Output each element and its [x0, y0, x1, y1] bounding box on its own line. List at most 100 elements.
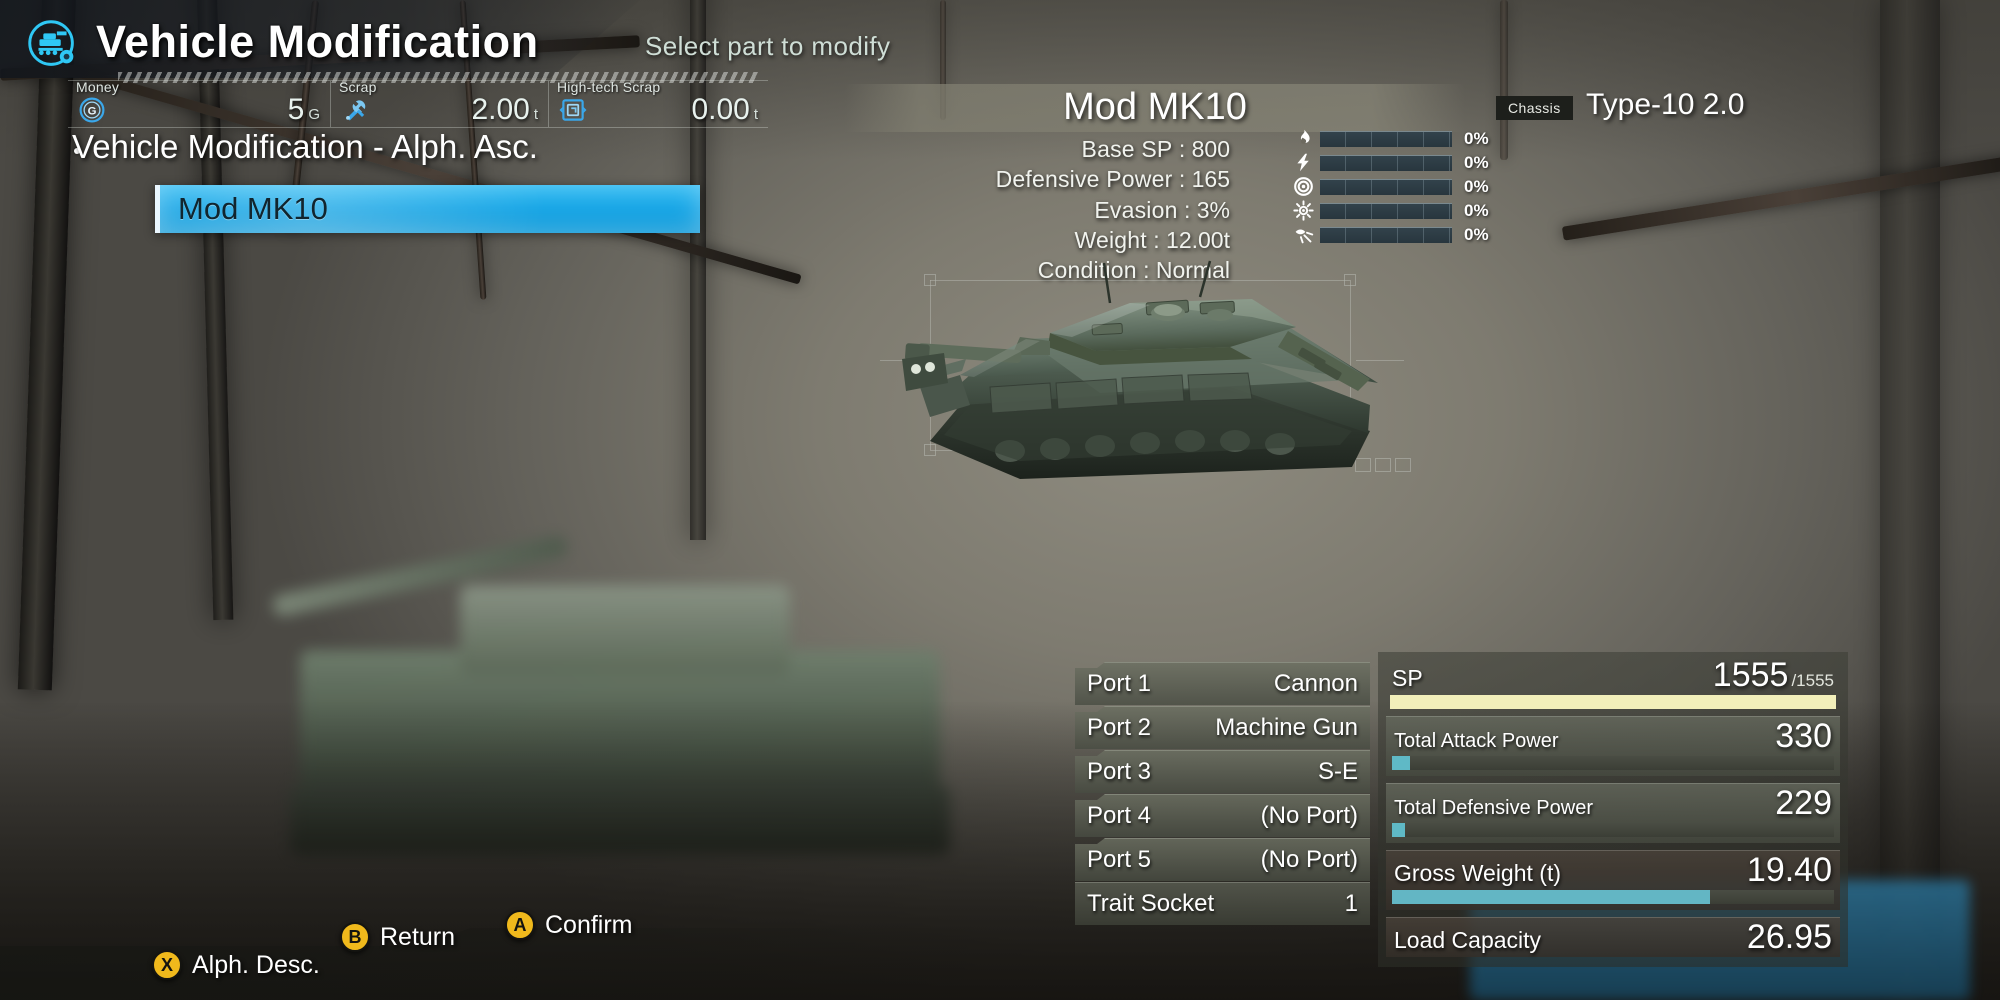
- resource-bar: Money G 5 G Scrap 2.00 t High-tech Scrap: [68, 79, 768, 128]
- port-row-2-key: Port 2: [1087, 713, 1152, 741]
- resource-money-value: 5: [287, 93, 305, 126]
- chassis-badge: Chassis: [1496, 96, 1573, 120]
- summary-sp: SP 1555 /1555: [1386, 658, 1840, 709]
- port-row-1-value: Cannon: [1273, 669, 1358, 697]
- prompt-alph-desc[interactable]: X Alph. Desc.: [152, 950, 320, 980]
- resource-high-tech-scrap-value-group: 0.00 t: [691, 93, 758, 127]
- summary-attack-value: 330: [1775, 717, 1832, 755]
- resistance-list: 0% 0% 0% 0% 0%: [1290, 128, 1990, 248]
- wrench-scrap-icon: [346, 100, 366, 121]
- port-row-4-value: (No Port): [1260, 801, 1358, 829]
- port-row-1-key: Port 1: [1087, 669, 1152, 697]
- summary-attack-label: Total Attack Power: [1394, 730, 1559, 752]
- summary-attack-fill: [1392, 756, 1410, 770]
- summary-attack-head: Total Attack Power 330: [1388, 719, 1838, 753]
- tank-gear-hex-icon: [28, 20, 74, 66]
- lightning-icon: [1290, 152, 1316, 174]
- high-tech-scrap-icon: [559, 99, 587, 121]
- page-subtitle: Select part to modify: [645, 31, 891, 61]
- summary-attack: Total Attack Power 330: [1386, 716, 1840, 776]
- summary-sp-label: SP: [1392, 665, 1423, 691]
- resource-high-tech-scrap-label: High-tech Scrap: [557, 79, 661, 95]
- prompt-return[interactable]: B Return: [340, 922, 455, 952]
- port-row-5-value: (No Port): [1260, 845, 1358, 873]
- part-stat-base-sp-value: 800: [1191, 136, 1230, 162]
- svg-text:G: G: [88, 105, 97, 117]
- resistance-row-fire: 0%: [1290, 128, 1990, 149]
- prompt-confirm[interactable]: A Confirm: [505, 910, 633, 940]
- port-row-3-key: Port 3: [1087, 757, 1152, 785]
- summary-sp-head: SP 1555 /1555: [1386, 658, 1840, 692]
- ports-panel: Port 1 Cannon Port 2 Machine Gun Port 3 …: [1075, 662, 1370, 926]
- footer-prompts: X Alph. Desc. B Return A Confirm: [0, 900, 2000, 1000]
- summary-defense-label: Total Defensive Power: [1394, 797, 1593, 819]
- port-row-2[interactable]: Port 2 Machine Gun: [1075, 706, 1370, 749]
- mod-list: Mod MK10: [155, 185, 700, 233]
- target-icon: [1290, 176, 1316, 198]
- summary-weight-value: 19.40: [1746, 851, 1832, 889]
- port-row-3-value: S-E: [1317, 757, 1358, 785]
- port-row-5[interactable]: Port 5 (No Port): [1075, 838, 1370, 881]
- part-name: Mod MK10: [1063, 86, 1247, 128]
- category-title: Vehicle Modification - Alph. Asc.: [72, 128, 538, 165]
- summary-sp-max-group: /1555: [1791, 671, 1834, 690]
- port-row-5-key: Port 5: [1087, 845, 1152, 873]
- resource-money-unit: G: [308, 106, 320, 123]
- port-row-4[interactable]: Port 4 (No Port): [1075, 794, 1370, 837]
- port-row-3[interactable]: Port 3 S-E: [1075, 750, 1370, 793]
- part-stat-defensive-power-key: Defensive Power: [995, 166, 1173, 193]
- port-row-1[interactable]: Port 1 Cannon: [1075, 662, 1370, 705]
- resource-scrap: Scrap 2.00 t: [330, 79, 548, 127]
- part-stat-defensive-power: Defensive Power : 165: [995, 166, 1230, 193]
- summary-sp-fill: [1390, 695, 1836, 709]
- resistance-bar-electric: [1320, 154, 1452, 171]
- part-stat-evasion-key: Evasion: [1094, 196, 1178, 223]
- mod-list-item-selected[interactable]: Mod MK10: [155, 185, 700, 233]
- summary-sp-track: [1390, 695, 1836, 709]
- resource-scrap-value: 2.00: [471, 93, 530, 126]
- part-stat-evasion-value: 3%: [1196, 196, 1230, 223]
- resistance-bar-fire: [1320, 130, 1452, 147]
- resource-money: Money G 5 G: [68, 79, 330, 127]
- button-b-icon: B: [340, 922, 370, 952]
- chassis-value: Type-10 2.0: [1586, 88, 1745, 121]
- resource-money-label: Money: [76, 79, 120, 95]
- summary-attack-track: [1392, 756, 1834, 770]
- button-x-icon: X: [152, 950, 182, 980]
- summary-defense-track: [1392, 823, 1834, 837]
- resistance-row-impact: 0%: [1290, 176, 1990, 197]
- summary-weight-head: Gross Weight (t) 19.40: [1388, 853, 1838, 887]
- part-stat-evasion: Evasion : 3%: [1094, 196, 1230, 223]
- mod-list-item-label: Mod MK10: [178, 191, 328, 226]
- vehicle-3d-model: [902, 260, 1378, 479]
- page-title: Vehicle Modification: [96, 16, 539, 67]
- summary-sp-max: 1555: [1796, 671, 1834, 690]
- resistance-row-electric: 0%: [1290, 152, 1990, 173]
- resistance-bar-impact: [1320, 178, 1452, 195]
- summary-defense: Total Defensive Power 229: [1386, 783, 1840, 843]
- resource-money-value-group: 5 G: [288, 93, 320, 127]
- background-tank-turret: [460, 585, 790, 675]
- summary-weight-label: Gross Weight (t): [1394, 860, 1561, 886]
- button-a-icon: A: [505, 910, 535, 940]
- resistance-bar-chemical: [1320, 202, 1452, 219]
- resource-high-tech-scrap-unit: t: [753, 106, 758, 123]
- resource-scrap-unit: t: [533, 106, 538, 123]
- resistance-value-chemical: 0%: [1464, 200, 1489, 220]
- resistance-value-fire: 0%: [1464, 128, 1489, 148]
- summary-defense-head: Total Defensive Power 229: [1388, 786, 1838, 820]
- prompt-alph-desc-label: Alph. Desc.: [192, 950, 320, 979]
- port-row-4-key: Port 4: [1087, 801, 1152, 829]
- biohazard-icon: [1290, 200, 1316, 222]
- resource-scrap-value-group: 2.00 t: [471, 93, 538, 127]
- flame-icon: [1290, 128, 1316, 150]
- resource-high-tech-scrap: High-tech Scrap 0.00 t: [548, 79, 768, 127]
- resistance-value-electric: 0%: [1464, 152, 1489, 172]
- part-stat-defensive-power-value: 165: [1191, 166, 1230, 193]
- summary-defense-fill: [1392, 823, 1406, 837]
- footer-backdrop: [0, 928, 1000, 1000]
- resistance-row-chemical: 0%: [1290, 200, 1990, 221]
- resistance-value-shock: 0%: [1464, 224, 1489, 244]
- resource-scrap-label: Scrap: [339, 79, 377, 95]
- summary-defense-value: 229: [1775, 784, 1832, 822]
